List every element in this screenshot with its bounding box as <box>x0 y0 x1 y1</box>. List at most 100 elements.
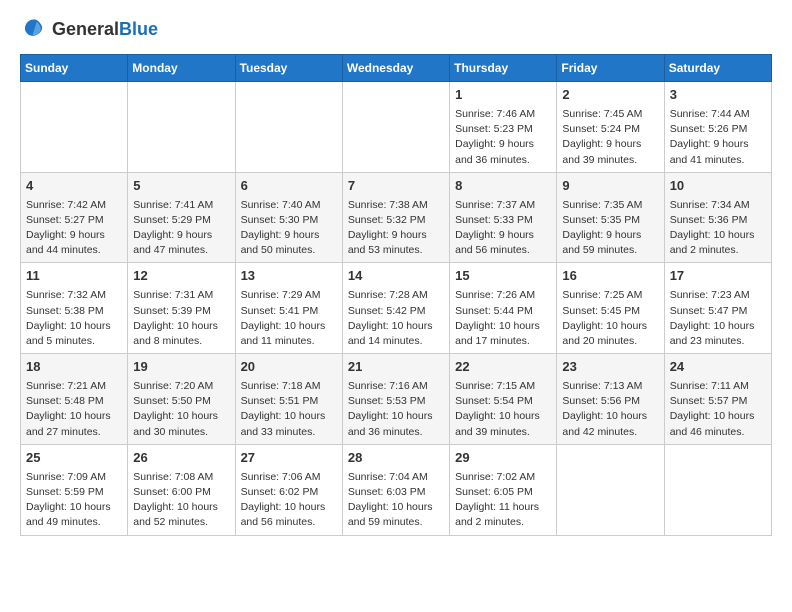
day-number: 24 <box>670 358 766 377</box>
calendar-cell: 6 Sunrise: 7:40 AMSunset: 5:30 PMDaylight… <box>235 172 342 263</box>
day-number: 8 <box>455 177 551 196</box>
day-info: Sunset: 5:45 PM <box>562 304 658 319</box>
day-info: Daylight: 9 hours and 56 minutes. <box>455 228 551 258</box>
day-info: Daylight: 10 hours and 2 minutes. <box>670 228 766 258</box>
day-number: 9 <box>562 177 658 196</box>
day-info: Sunset: 5:30 PM <box>241 213 337 228</box>
day-info: Sunset: 5:41 PM <box>241 304 337 319</box>
calendar-cell: 7Sunrise: 7:38 AMSunset: 5:32 PMDaylight… <box>342 172 449 263</box>
day-info: Sunset: 5:54 PM <box>455 394 551 409</box>
day-number: 12 <box>133 267 229 286</box>
day-info: Daylight: 9 hours and 53 minutes. <box>348 228 444 258</box>
day-info: Sunrise: 7:08 AM <box>133 470 229 485</box>
day-number: 25 <box>26 449 122 468</box>
day-info: Daylight: 10 hours and 49 minutes. <box>26 500 122 530</box>
day-info: Daylight: 10 hours and 5 minutes. <box>26 319 122 349</box>
calendar-cell: 1Sunrise: 7:46 AMSunset: 5:23 PMDaylight… <box>450 82 557 173</box>
day-info: Sunrise: 7:37 AM <box>455 198 551 213</box>
day-info: Sunrise: 7:02 AM <box>455 470 551 485</box>
day-number: 11 <box>26 267 122 286</box>
calendar-cell: 21Sunrise: 7:16 AMSunset: 5:53 PMDayligh… <box>342 354 449 445</box>
calendar-cell <box>664 444 771 535</box>
day-info: Sunset: 6:02 PM <box>241 485 337 500</box>
day-info: Sunset: 5:24 PM <box>562 122 658 137</box>
calendar-cell <box>21 82 128 173</box>
day-number: 1 <box>455 86 551 105</box>
day-info: Sunrise: 7:32 AM <box>26 288 122 303</box>
day-number: 21 <box>348 358 444 377</box>
day-header-tuesday: Tuesday <box>235 55 342 82</box>
day-info: Daylight: 10 hours and 23 minutes. <box>670 319 766 349</box>
day-info: Sunset: 5:26 PM <box>670 122 766 137</box>
day-number: 15 <box>455 267 551 286</box>
calendar-cell: 14Sunrise: 7:28 AMSunset: 5:42 PMDayligh… <box>342 263 449 354</box>
day-info: Daylight: 10 hours and 59 minutes. <box>348 500 444 530</box>
day-info: Daylight: 10 hours and 39 minutes. <box>455 409 551 439</box>
day-info: Sunset: 5:23 PM <box>455 122 551 137</box>
logo: GeneralBlue <box>20 16 158 44</box>
calendar-cell: 8Sunrise: 7:37 AMSunset: 5:33 PMDaylight… <box>450 172 557 263</box>
day-info: Daylight: 10 hours and 11 minutes. <box>241 319 337 349</box>
day-info: Daylight: 10 hours and 14 minutes. <box>348 319 444 349</box>
day-info: Sunrise: 7:34 AM <box>670 198 766 213</box>
day-info: Sunrise: 7:41 AM <box>133 198 229 213</box>
calendar-cell: 5Sunrise: 7:41 AMSunset: 5:29 PMDaylight… <box>128 172 235 263</box>
day-info: Sunset: 5:36 PM <box>670 213 766 228</box>
day-info: Sunrise: 7:29 AM <box>241 288 337 303</box>
day-number: 18 <box>26 358 122 377</box>
day-info: Sunset: 5:42 PM <box>348 304 444 319</box>
day-info: Sunset: 6:00 PM <box>133 485 229 500</box>
day-header-saturday: Saturday <box>664 55 771 82</box>
day-info: Sunset: 6:03 PM <box>348 485 444 500</box>
day-info: Sunset: 5:59 PM <box>26 485 122 500</box>
logo-text: GeneralBlue <box>52 20 158 40</box>
day-number: 6 <box>241 177 337 196</box>
day-number: 28 <box>348 449 444 468</box>
calendar-cell <box>235 82 342 173</box>
day-info: Sunset: 5:48 PM <box>26 394 122 409</box>
calendar-cell: 18 Sunrise: 7:21 AMSunset: 5:48 PMDayligh… <box>21 354 128 445</box>
day-info: Sunrise: 7:38 AM <box>348 198 444 213</box>
day-number: 10 <box>670 177 766 196</box>
calendar-cell: 2Sunrise: 7:45 AMSunset: 5:24 PMDaylight… <box>557 82 664 173</box>
calendar-header-row: SundayMondayTuesdayWednesdayThursdayFrid… <box>21 55 772 82</box>
day-info: Sunrise: 7:11 AM <box>670 379 766 394</box>
day-info: Sunrise: 7:26 AM <box>455 288 551 303</box>
calendar-cell <box>557 444 664 535</box>
calendar-cell: 20Sunrise: 7:18 AMSunset: 5:51 PMDayligh… <box>235 354 342 445</box>
calendar-week-1: 4Sunrise: 7:42 AMSunset: 5:27 PMDaylight… <box>21 172 772 263</box>
day-info: Sunrise: 7:40 AM <box>241 198 337 213</box>
day-info: Daylight: 10 hours and 33 minutes. <box>241 409 337 439</box>
day-info: Sunrise: 7:35 AM <box>562 198 658 213</box>
day-info: Sunrise: 7:09 AM <box>26 470 122 485</box>
logo-icon <box>20 16 48 44</box>
calendar-week-3: 18Sunrise: 7:21 AMSunset: 5:48 PMDayligh… <box>21 354 772 445</box>
calendar-cell: 25 Sunrise: 7:09 AMSunset: 5:59 PMDayligh… <box>21 444 128 535</box>
calendar-cell: 23Sunrise: 7:13 AMSunset: 5:56 PMDayligh… <box>557 354 664 445</box>
day-info: Daylight: 10 hours and 27 minutes. <box>26 409 122 439</box>
day-info: Daylight: 9 hours and 47 minutes. <box>133 228 229 258</box>
day-info: Sunrise: 7:15 AM <box>455 379 551 394</box>
day-info: Sunset: 5:39 PM <box>133 304 229 319</box>
day-info: Sunset: 5:27 PM <box>26 213 122 228</box>
day-info: Sunset: 5:47 PM <box>670 304 766 319</box>
day-info: Daylight: 9 hours and 50 minutes. <box>241 228 337 258</box>
calendar-cell: 13Sunrise: 7:29 AMSunset: 5:41 PMDayligh… <box>235 263 342 354</box>
day-number: 2 <box>562 86 658 105</box>
day-number: 7 <box>348 177 444 196</box>
day-info: Daylight: 9 hours and 59 minutes. <box>562 228 658 258</box>
day-info: Sunrise: 7:25 AM <box>562 288 658 303</box>
calendar-cell: 26Sunrise: 7:08 AMSunset: 6:00 PMDayligh… <box>128 444 235 535</box>
calendar-cell: 9Sunrise: 7:35 AMSunset: 5:35 PMDaylight… <box>557 172 664 263</box>
day-number: 20 <box>241 358 337 377</box>
day-info: Sunset: 5:51 PM <box>241 394 337 409</box>
day-header-monday: Monday <box>128 55 235 82</box>
day-number: 26 <box>133 449 229 468</box>
calendar-cell: 29Sunrise: 7:02 AMSunset: 6:05 PMDayligh… <box>450 444 557 535</box>
day-header-thursday: Thursday <box>450 55 557 82</box>
day-info: Daylight: 10 hours and 36 minutes. <box>348 409 444 439</box>
calendar-week-0: 1Sunrise: 7:46 AMSunset: 5:23 PMDaylight… <box>21 82 772 173</box>
day-info: Sunrise: 7:21 AM <box>26 379 122 394</box>
day-info: Daylight: 10 hours and 8 minutes. <box>133 319 229 349</box>
day-info: Sunrise: 7:20 AM <box>133 379 229 394</box>
